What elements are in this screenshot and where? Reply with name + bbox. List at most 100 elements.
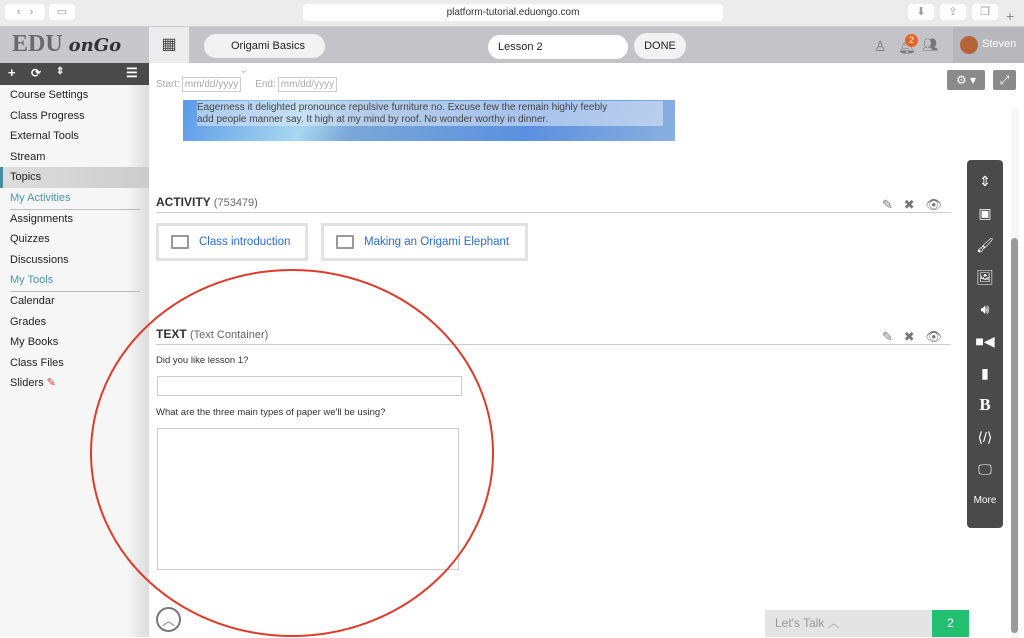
delete-icon[interactable]: ✖ xyxy=(904,329,915,344)
activity-icon xyxy=(171,235,189,249)
sidebar: Course Settings Class Progress External To… xyxy=(0,63,149,637)
activity-item[interactable]: Class introduction xyxy=(156,223,308,261)
url-bar[interactable]: platform-tutorial.eduongo.com xyxy=(303,4,723,21)
sidebar-item-my-books[interactable]: My Books xyxy=(0,332,149,353)
scrollbar-thumb[interactable] xyxy=(1011,238,1018,633)
sidebar-group-my-tools[interactable]: My Tools xyxy=(0,270,149,292)
code-file-icon[interactable]: ⟨/⟩ xyxy=(967,421,1003,453)
sidebar-item-label: My Books xyxy=(10,336,59,349)
image-icon[interactable]: 🖼︎ xyxy=(967,261,1003,293)
start-date-input[interactable]: mm/dd/yyyy xyxy=(181,77,242,92)
logo[interactable]: EDU onGo xyxy=(0,27,149,63)
end-date-input[interactable]: mm/dd/yyyy xyxy=(277,77,338,92)
sidebar-item-course-settings[interactable]: Course Settings xyxy=(0,85,149,106)
course-select[interactable]: Origami Basics ⌄ xyxy=(204,34,325,76)
view-icon[interactable]: 👁︎ xyxy=(926,197,943,212)
reorder-icon[interactable]: ⇕ xyxy=(967,165,1003,197)
add-icon[interactable]: + xyxy=(8,65,16,80)
sidebar-item-quizzes[interactable]: Quizzes xyxy=(0,229,149,250)
content-toolbar: ⇕ ▣ 🖌︎ 🖼︎ 🔊︎ ■◀ ▮ B ⟨/⟩ 🖵 More xyxy=(967,160,1003,528)
sidebar-item-label: External Tools xyxy=(10,130,79,143)
refresh-icon[interactable]: ⟳ xyxy=(31,66,41,80)
sidebar-item-discussions[interactable]: Discussions xyxy=(0,250,149,271)
sidebar-item-label: Sliders xyxy=(10,377,44,390)
slider-edit-icon[interactable]: ✎ xyxy=(44,377,56,389)
done-button[interactable]: DONE xyxy=(634,33,686,59)
expand-icon[interactable]: ⤢ xyxy=(993,70,1016,90)
banner-line-2: add people manner say. It high at my min… xyxy=(197,114,549,125)
delete-icon[interactable]: ✖ xyxy=(904,197,915,212)
sidebar-group-my-activities[interactable]: My Activities xyxy=(0,188,149,210)
browser-toolbar: ‹ › ▭ platform-tutorial.eduongo.com ⬇ ⇪ … xyxy=(0,0,1024,27)
view-icon[interactable]: 👁︎ xyxy=(926,329,943,344)
more-button[interactable]: More xyxy=(967,485,1003,517)
answer-1-input[interactable] xyxy=(157,376,462,396)
sidebar-item-grades[interactable]: Grades xyxy=(0,312,149,333)
avatar xyxy=(960,36,978,54)
edit-icon[interactable]: ✎ xyxy=(882,329,893,344)
monitor-icon[interactable]: 🖵 xyxy=(967,453,1003,485)
text-actions: ✎ ✖ 👁︎ xyxy=(882,329,942,345)
download-icon[interactable]: ⬇ xyxy=(908,4,934,20)
sidebar-tools: + ⟳ ⇕ ☰ xyxy=(0,63,149,85)
new-tab-icon[interactable]: + xyxy=(1006,8,1014,24)
video-play-icon[interactable]: ▣ xyxy=(967,197,1003,229)
group-icon[interactable]: 👥︎ xyxy=(922,37,939,53)
tabs-icon[interactable]: ❐ xyxy=(972,4,998,20)
sort-icon[interactable]: ⇕ xyxy=(56,66,64,77)
user-menu[interactable]: Steven xyxy=(953,27,1024,63)
sidebar-item-label: Grades xyxy=(10,315,47,328)
user-name: Steven xyxy=(982,38,1017,50)
question-1-label: Did you like lesson 1? xyxy=(156,355,249,366)
sidebar-item-label: Quizzes xyxy=(10,233,50,246)
sidebar-item-stream[interactable]: Stream xyxy=(0,147,149,168)
notification-badge: 2 xyxy=(905,34,918,47)
sidebar-item-label: Course Settings xyxy=(10,89,89,101)
sidebar-item-assignments[interactable]: Assignments xyxy=(0,209,149,230)
video-camera-icon[interactable]: ■◀ xyxy=(967,325,1003,357)
sidebar-item-label: Class Files xyxy=(10,356,64,369)
sidebar-toggle-icon[interactable]: ▭ xyxy=(49,4,75,20)
url-text: platform-tutorial.eduongo.com xyxy=(446,7,580,18)
scroll-top-button[interactable]: ︿ xyxy=(156,607,181,632)
audio-icon[interactable]: 🔊︎ xyxy=(967,293,1003,325)
sidebar-item-label: My Activities xyxy=(10,188,140,210)
sidebar-item-label: My Tools xyxy=(10,270,140,292)
settings-gear-button[interactable]: ⚙ ▾ xyxy=(947,70,985,90)
apps-grid-icon[interactable]: ▦ xyxy=(149,27,189,63)
question-2-label: What are the three main types of paper w… xyxy=(156,407,386,418)
back-forward-buttons[interactable]: ‹ › xyxy=(5,4,45,20)
sidebar-item-label: Calendar xyxy=(10,294,55,307)
activity-item[interactable]: Making an Origami Elephant xyxy=(321,223,528,261)
sidebar-item-class-files[interactable]: Class Files xyxy=(0,353,149,374)
answer-2-textarea[interactable] xyxy=(157,428,459,570)
brush-icon[interactable]: 🖌︎ xyxy=(967,229,1003,261)
lesson-title-input[interactable]: Lesson 2 xyxy=(488,35,628,59)
banner-image: Eagerness it delighted pronounce repulsi… xyxy=(183,100,675,141)
activity-icon xyxy=(336,235,354,249)
text-section-header: TEXT (Text Container) xyxy=(156,327,951,345)
banner-text: Eagerness it delighted pronounce repulsi… xyxy=(197,101,663,126)
sidebar-item-label: Topics xyxy=(10,171,42,184)
sidebar-item-external-tools[interactable]: External Tools xyxy=(0,126,149,147)
sidebar-item-label: Discussions xyxy=(10,253,69,266)
date-range: Start: mm/dd/yyyy End: mm/dd/yyyy xyxy=(156,77,338,92)
sidebar-item-sliders[interactable]: Sliders ✎ xyxy=(0,373,149,394)
activity-section-header: ACTIVITY (753479) xyxy=(156,195,951,213)
person-icon[interactable]: ♙ xyxy=(874,38,887,55)
sidebar-item-label: Assignments xyxy=(10,212,73,225)
activity-actions: ✎ ✖ 👁︎ xyxy=(882,197,942,213)
bold-text-icon[interactable]: B xyxy=(967,389,1003,421)
sidebar-item-label: Class Progress xyxy=(10,109,85,122)
annotation-circle xyxy=(90,269,494,637)
document-icon[interactable]: ▮ xyxy=(967,357,1003,389)
menu-icon[interactable]: ☰ xyxy=(126,65,138,81)
sidebar-item-class-progress[interactable]: Class Progress xyxy=(0,106,149,127)
lets-talk-chat[interactable]: Let's Talk ︿ xyxy=(765,610,932,637)
banner-line-1: Eagerness it delighted pronounce repulsi… xyxy=(197,102,608,113)
chat-count-badge[interactable]: 2 xyxy=(932,610,969,637)
sidebar-item-topics[interactable]: Topics xyxy=(0,167,149,188)
sidebar-item-calendar[interactable]: Calendar xyxy=(0,291,149,312)
share-icon[interactable]: ⇪ xyxy=(940,4,966,20)
edit-icon[interactable]: ✎ xyxy=(882,197,893,212)
